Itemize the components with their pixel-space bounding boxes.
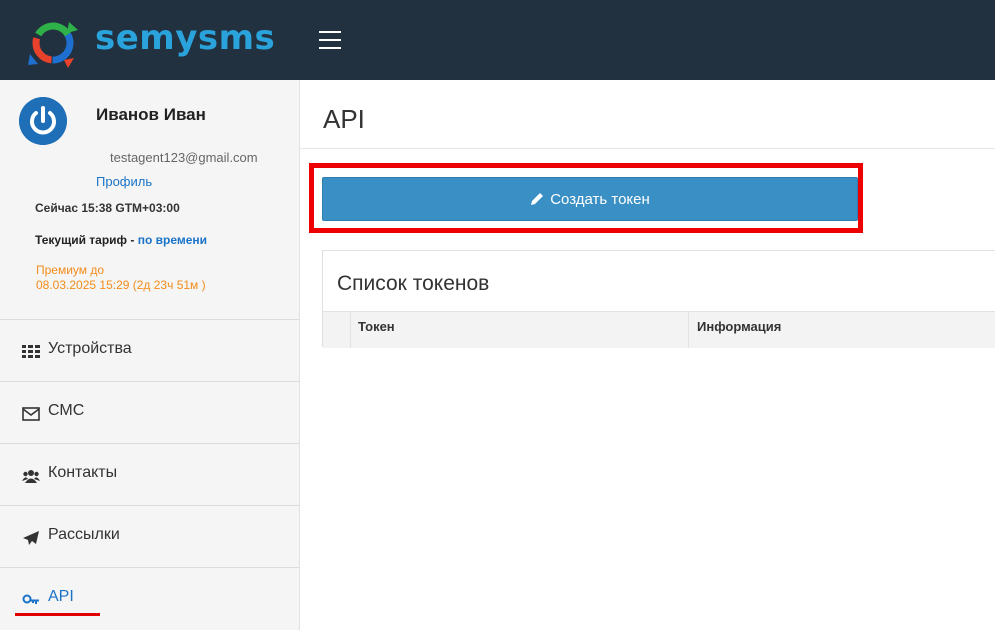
users-icon [22, 470, 40, 483]
current-time: Сейчас 15:38 GTM+03:00 [35, 201, 180, 215]
hamburger-icon[interactable] [319, 31, 341, 49]
user-email: testagent123@gmail.com [110, 150, 258, 165]
sidebar-item-mailings[interactable]: Рассылки [0, 506, 300, 568]
sidebar-item-sms[interactable]: СМС [0, 382, 300, 444]
sidebar-item-devices[interactable]: Устройства [0, 320, 300, 382]
envelope-icon [22, 407, 40, 421]
api-underline-annotation [15, 613, 100, 616]
title-divider [300, 148, 995, 149]
column-header-token[interactable]: Токен [358, 319, 395, 334]
power-icon [19, 97, 67, 145]
profile-panel: Иванов Иван testagent123@gmail.com Профи… [0, 80, 300, 320]
profile-link[interactable]: Профиль [96, 174, 152, 189]
key-icon [22, 594, 39, 604]
top-navbar: semysms [0, 0, 995, 80]
sidebar: Иванов Иван testagent123@gmail.com Профи… [0, 80, 300, 630]
tariff-link[interactable]: по времени [138, 233, 207, 247]
sidebar-item-label: Контакты [48, 464, 118, 481]
column-divider [350, 312, 351, 348]
sidebar-item-label: СМС [48, 402, 85, 419]
sidebar-item-label: Рассылки [48, 526, 120, 543]
sidebar-item-api[interactable]: API [0, 568, 300, 630]
sidebar-item-contacts[interactable]: Контакты [0, 444, 300, 506]
tokens-panel: Список токенов Токен Информация [322, 250, 995, 348]
tariff-label: Текущий тариф - [35, 233, 138, 247]
paper-plane-icon [23, 531, 39, 545]
pencil-icon [531, 193, 544, 205]
create-token-button[interactable]: Создать токен [322, 177, 858, 221]
tokens-panel-title: Список токенов [337, 272, 490, 295]
premium-date: 08.03.2025 15:29 (2д 23ч 51м ) [36, 278, 206, 292]
premium-label: Премиум до [36, 263, 105, 277]
logo[interactable]: semysms [0, 0, 300, 80]
logo-text: semysms [95, 18, 276, 58]
sidebar-item-label: Устройства [48, 340, 132, 357]
current-tariff: Текущий тариф - по времени [35, 233, 207, 247]
premium-status: Премиум до 08.03.2025 15:29 (2д 23ч 51м … [36, 263, 206, 293]
semysms-logo-icon [28, 22, 78, 68]
tokens-table-header: Токен Информация [323, 311, 995, 348]
page-title: API [323, 104, 365, 134]
grid-icon [22, 345, 40, 358]
create-token-label: Создать токен [550, 190, 650, 208]
column-header-info[interactable]: Информация [697, 319, 781, 334]
column-divider [688, 312, 689, 348]
sidebar-item-label: API [48, 588, 74, 605]
user-name: Иванов Иван [96, 105, 206, 124]
